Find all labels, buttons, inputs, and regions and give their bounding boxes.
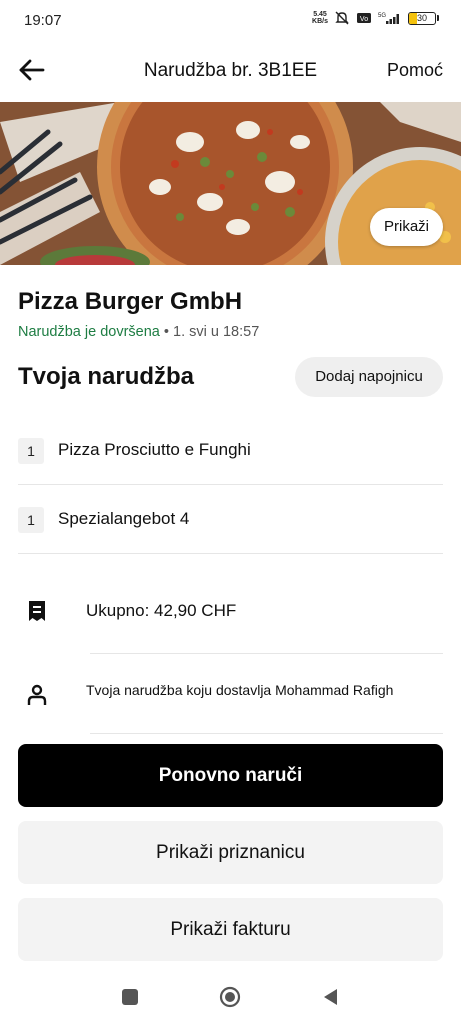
recent-apps-icon[interactable] <box>119 986 141 1008</box>
view-invoice-button[interactable]: Prikaži fakturu <box>18 898 443 961</box>
help-link[interactable]: Pomoć <box>387 60 443 81</box>
order-section-title: Tvoja narudžba <box>18 363 195 390</box>
view-receipt-button[interactable]: Prikaži priznanicu <box>18 821 443 884</box>
order-total-row: Ukupno: 42,90 CHF <box>18 585 443 635</box>
signal-5g-icon: 5G <box>378 13 399 24</box>
network-speed-value: 5.45 <box>313 11 327 18</box>
battery-tip <box>437 15 439 21</box>
courier-row: Tvoja narudžba koju dostavlja Mohammad R… <box>18 665 443 725</box>
status-separator: • <box>159 324 174 340</box>
item-quantity: 1 <box>18 507 44 533</box>
receipt-icon <box>29 601 45 621</box>
battery-level: 30 <box>416 12 427 23</box>
network-speed: 5.45 KB/s <box>312 11 328 25</box>
battery-fill <box>409 12 417 24</box>
divider <box>90 653 443 654</box>
order-status-line: Narudžba je dovršena • 1. svi u 18:57 <box>18 324 259 340</box>
order-date: 1. svi u 18:57 <box>173 324 260 340</box>
divider <box>90 733 443 734</box>
store-name: Pizza Burger GmbH <box>18 288 243 315</box>
item-name: Spezialangebot 4 <box>58 509 190 528</box>
reorder-button[interactable]: Ponovno naruči <box>18 744 443 807</box>
network-speed-unit: KB/s <box>312 18 328 25</box>
back-nav-icon[interactable] <box>320 986 342 1008</box>
person-icon <box>27 684 47 705</box>
svg-text:5G: 5G <box>378 13 386 19</box>
order-item: 1 Spezialangebot 4 <box>18 485 443 554</box>
status-bar: 19:07 5.45 KB/s Vo 5G 30 <box>0 0 461 40</box>
add-tip-button[interactable]: Dodaj napojnicu <box>295 357 443 397</box>
order-item: 1 Pizza Prosciutto e Funghi <box>18 416 443 485</box>
home-icon[interactable] <box>219 986 241 1008</box>
system-navigation-bar <box>0 970 461 1024</box>
volte-icon: Vo <box>357 13 371 23</box>
status-time: 19:07 <box>24 12 62 29</box>
order-total: Ukupno: 42,90 CHF <box>86 601 237 620</box>
show-photo-button[interactable]: Prikaži <box>369 208 443 246</box>
item-name: Pizza Prosciutto e Funghi <box>58 440 251 459</box>
status-icons: 5.45 KB/s Vo 5G 30 <box>312 11 439 25</box>
top-app-bar: Narudžba br. 3B1EE Pomoć <box>0 40 461 102</box>
mute-icon <box>335 11 349 25</box>
restaurant-hero-image: Prikaži <box>0 102 461 265</box>
battery-icon: 30 <box>408 11 436 25</box>
order-status: Narudžba je dovršena <box>18 324 160 340</box>
item-quantity: 1 <box>18 438 44 464</box>
svg-text:Vo: Vo <box>360 16 368 23</box>
courier-info: Tvoja narudžba koju dostavlja Mohammad R… <box>86 682 394 698</box>
